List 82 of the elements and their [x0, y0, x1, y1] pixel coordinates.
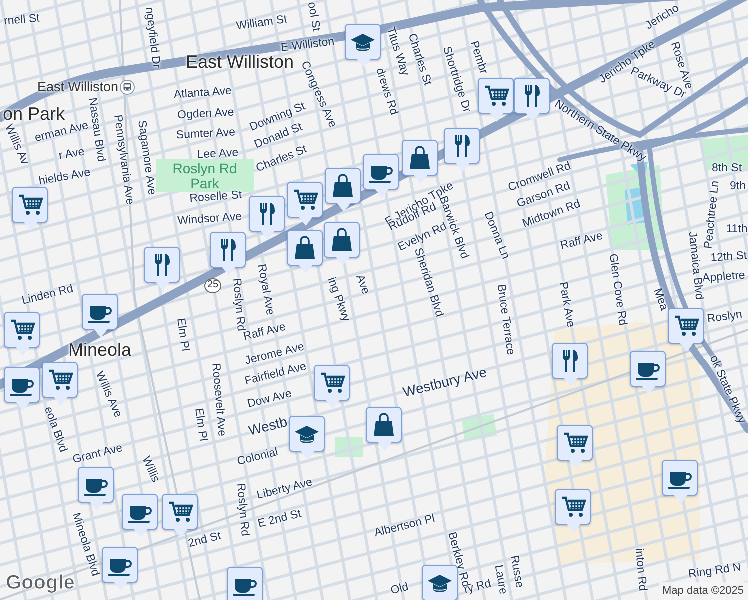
street-label: Westb — [247, 414, 289, 438]
shopping-bag-icon — [330, 173, 356, 199]
street-label: Bruce Terrace — [494, 284, 516, 356]
park-area — [700, 135, 748, 170]
map-attribution: Map data ©2025 — [658, 582, 748, 600]
street-label: Roselle St — [189, 190, 243, 206]
shopping-bag-icon — [329, 227, 355, 253]
street-label: Glen Cove Rd — [606, 253, 628, 327]
street-label: Sheridan Blvd — [412, 247, 445, 319]
street-label: drews Rd — [373, 67, 399, 117]
street-label: Atlanta Ave — [174, 86, 232, 102]
street-label: Raff Ave — [560, 231, 604, 253]
street-label: ing Pkwy — [324, 276, 352, 324]
street-label: 12th St — [710, 251, 748, 265]
shopping-cart-icon — [483, 83, 509, 109]
park-area — [462, 414, 497, 442]
pond — [625, 162, 650, 225]
train-icon — [120, 80, 135, 95]
street-label: Albertson Pl — [374, 514, 436, 540]
street-label: Peachtree Ln — [704, 180, 722, 250]
street-label: Russe — [508, 554, 524, 590]
street-label: eola Blvd — [42, 406, 68, 454]
shopping-bag-icon — [371, 412, 397, 438]
street-label: Ring Rd N — [688, 562, 742, 582]
street-label: Ogden Ave — [177, 108, 235, 122]
street-label: Roosevelt Ave — [209, 362, 227, 438]
street-label: ngeyfield Dr — [142, 6, 162, 70]
street-label: Roslyn Rd — [234, 483, 250, 537]
street-label: Lee Ave — [197, 148, 239, 162]
street-label: Elm Pl — [192, 408, 208, 442]
street-label: hields Ave — [38, 168, 92, 188]
street-label: Jamaica Blvd — [686, 231, 704, 301]
shopping-cart-icon — [673, 313, 699, 339]
street-label: William St — [236, 14, 288, 34]
street-label: Grant Ave — [72, 443, 124, 467]
street-label: rnell St — [4, 14, 40, 28]
street-label: Westbury Ave — [402, 364, 488, 400]
street-label: Mea — [650, 288, 670, 312]
place-label: Mineola — [68, 341, 132, 359]
street-label: Dow Ave — [246, 388, 294, 412]
street-label: E Williston — [280, 37, 336, 55]
street-label: Donna Ln — [481, 210, 511, 262]
shopping-cart-icon — [167, 499, 193, 525]
street-label: Roslyn — [706, 310, 744, 326]
street-label: Linden Rd — [21, 284, 75, 308]
street-label: inton Rd — [632, 548, 648, 592]
street-label: r Ave — [58, 147, 86, 163]
shopping-cart-icon — [9, 317, 35, 343]
street-label: erman Ave — [34, 120, 90, 146]
street-label: Willis Ave — [92, 370, 124, 420]
street-label: Sumter Ave — [176, 128, 236, 142]
street-label: Willis Av — [2, 123, 30, 167]
street-label: 11th — [726, 224, 748, 236]
street-label: Willis — [139, 455, 161, 485]
street-label: Elm Pl — [174, 318, 190, 352]
street-label: Pembr — [467, 40, 489, 76]
route-number: 25 — [204, 278, 222, 294]
street-label: Old — [390, 582, 410, 598]
street-label: ok State Pkwy — [706, 354, 748, 426]
street-label: 8th St — [712, 163, 742, 175]
street-label: Park Ave — [556, 281, 576, 329]
street-label: E 2nd St — [257, 509, 303, 531]
street-label: Colonial — [236, 447, 280, 469]
shopping-cart-icon — [17, 192, 43, 218]
shopping-cart-icon — [560, 494, 586, 520]
street-label: 2nd St — [187, 531, 223, 551]
street-label: Royal Ave — [254, 264, 276, 316]
street-label: Liberty Ave — [256, 478, 314, 502]
shopping-bag-icon — [407, 145, 433, 171]
shopping-cart-icon — [562, 430, 588, 456]
shopping-cart-icon — [319, 370, 345, 396]
shopping-bag-icon — [292, 235, 318, 261]
shopping-cart-icon — [292, 187, 318, 213]
street-label: Windsor Ave — [178, 212, 242, 228]
street-label: 9th — [730, 181, 746, 193]
street-label: Pennsylvania Ave — [111, 114, 135, 206]
street-label: ool St — [304, 2, 322, 32]
street-label: Appletre — [702, 270, 746, 285]
street-label: Ave — [353, 274, 371, 296]
shopping-cart-icon — [47, 367, 73, 393]
street-label: Sagamore Ave — [135, 120, 157, 196]
street-label: Laure — [492, 564, 508, 596]
